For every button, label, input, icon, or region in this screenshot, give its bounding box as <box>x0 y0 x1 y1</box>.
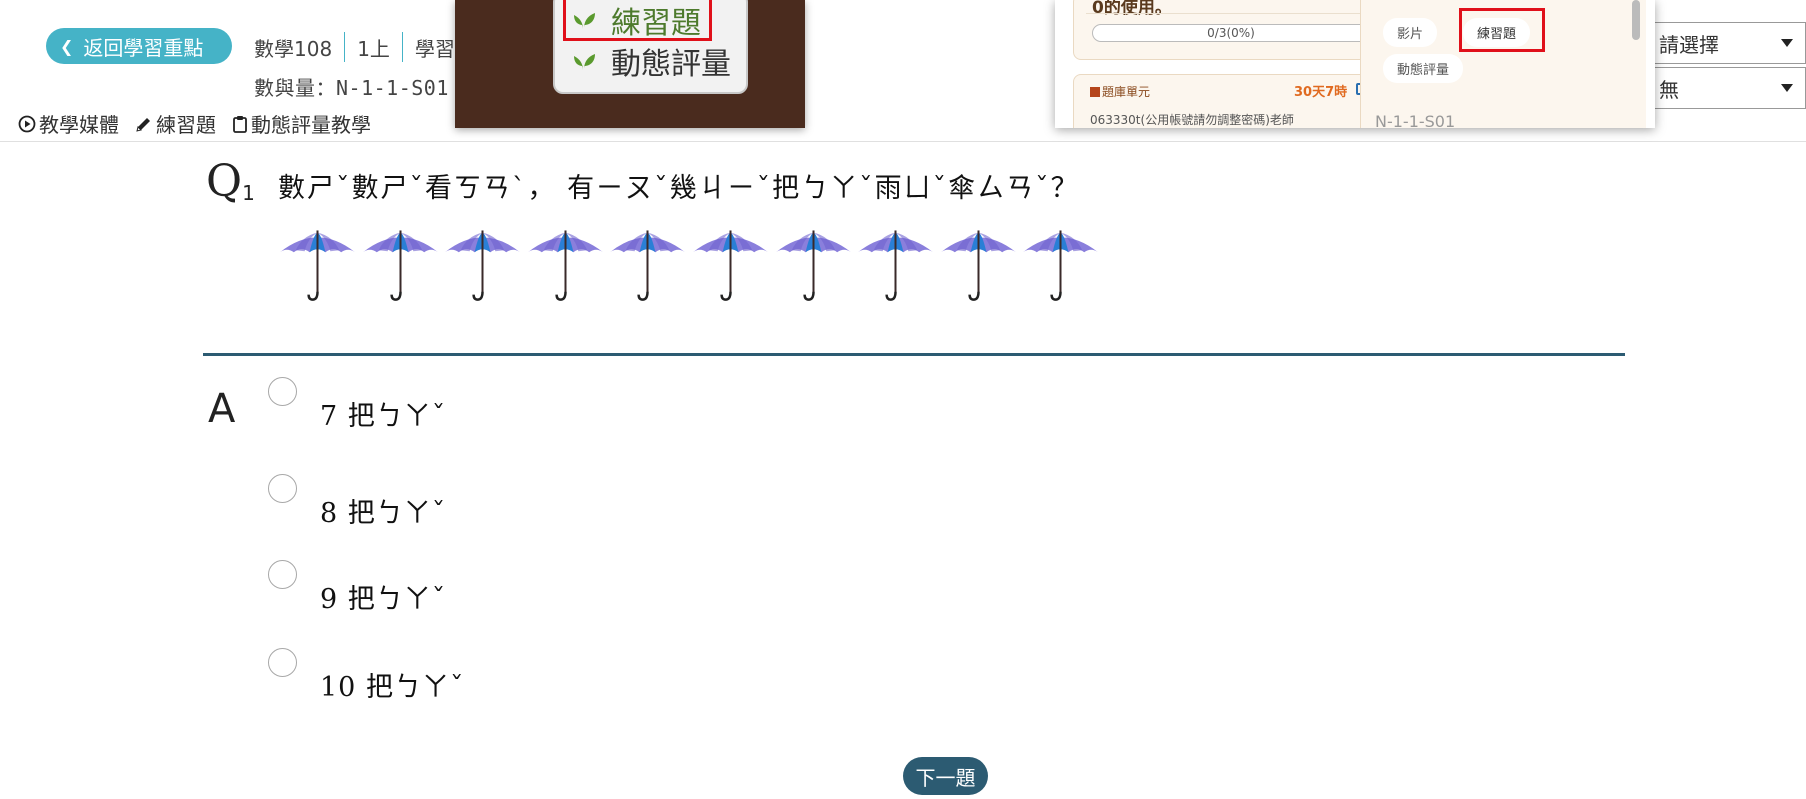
select-value: 無 <box>1659 77 1679 102</box>
umbrella-icon <box>445 230 521 301</box>
tag-video[interactable]: 影片 <box>1383 18 1438 47</box>
umbrella-icon <box>279 230 356 301</box>
popup-menu: 練習題 動態評量 <box>553 0 748 94</box>
option-label: 8 把ㄅㄚˇ <box>320 498 447 529</box>
umbrella-icon <box>858 230 934 301</box>
question-text: 數ㄕˇ數ㄕˇ看ㄎㄢˋ， 有ㄧㄡˇ幾ㄐㄧˇ把ㄅㄚˇ雨ㄩˇ傘ㄙㄢˇ？ <box>278 173 1080 204</box>
next-question-button[interactable]: 下一題 <box>903 757 988 795</box>
divider <box>1086 13 1400 14</box>
option-label: 7 把ㄅㄚˇ <box>320 401 447 432</box>
breadcrumb: 數學108 1上 學習 <box>254 30 455 64</box>
radio-button[interactable] <box>268 560 297 589</box>
umbrella-icon <box>775 230 851 301</box>
question-number: 1 <box>242 181 255 205</box>
scrollbar[interactable] <box>1632 0 1640 40</box>
dynamic-assessment-link[interactable]: 動態評量教學 <box>232 109 371 138</box>
question-answer-divider <box>203 353 1625 356</box>
sub-breadcrumb: 數與量：N-1-1-S01 <box>254 76 449 100</box>
breadcrumb-divider <box>344 32 346 62</box>
teaching-media-label: 教學媒體 <box>39 113 119 137</box>
unit-code: N-1-1-S01 <box>1375 112 1456 128</box>
breadcrumb-subject: 數學108 <box>254 36 333 61</box>
option-label: 9 把ㄅㄚˇ <box>320 584 447 615</box>
teaching-media-link[interactable]: 教學媒體 <box>18 109 119 138</box>
play-circle-icon <box>18 115 36 132</box>
highlight-box <box>1459 8 1545 52</box>
breadcrumb-grade: 1上 <box>357 36 390 61</box>
filter-select-primary[interactable]: 請選擇 <box>1652 22 1806 64</box>
breadcrumb-unit: 學習 <box>414 36 455 61</box>
radio-button[interactable] <box>268 377 297 406</box>
breadcrumb-divider <box>401 32 403 62</box>
dynamic-assessment-label: 動態評量教學 <box>251 113 371 137</box>
back-to-learning-button[interactable]: ❮ 返回學習重點 <box>46 28 232 64</box>
answer-option-4[interactable]: 10 把ㄅㄚˇ <box>268 648 464 704</box>
option-label: 10 把ㄅㄚˇ <box>320 672 465 703</box>
answer-option-1[interactable]: 7 把ㄅㄚˇ <box>268 377 446 433</box>
usage-title: 0的使用。 <box>1092 0 1172 18</box>
teacher-name: 063330t(公用帳號請勿調整密碼)老師 <box>1090 113 1294 127</box>
filter-select-secondary[interactable]: 無 <box>1652 67 1806 109</box>
resource-tags: 影片 練習題 動態評量 N-1-1-S01 <box>1360 0 1646 128</box>
unit-header: 題庫單元 <box>1090 83 1150 100</box>
answer-option-3[interactable]: 9 把ㄅㄚˇ <box>268 560 446 616</box>
unit-label: 題庫單元 <box>1102 85 1151 99</box>
course-popup: 0的使用。 0/3(0%) 題庫單元 30天7時 063330t(公用帳號請勿調… <box>1055 0 1655 128</box>
radio-button[interactable] <box>268 474 297 503</box>
tag-dynamic[interactable]: 動態評量 <box>1383 54 1464 83</box>
flag-icon <box>1090 86 1100 97</box>
exercise-label: 練習題 <box>156 113 216 137</box>
sprout-icon <box>574 54 595 70</box>
caret-down-icon <box>1781 84 1793 92</box>
question-label: Q1 <box>206 156 255 207</box>
answer-option-2[interactable]: 8 把ㄅㄚˇ <box>268 474 446 530</box>
highlight-box <box>563 0 712 41</box>
back-button-label: 返回學習重點 <box>83 35 204 60</box>
progress-bar: 0/3(0%) <box>1092 24 1370 42</box>
chevron-left-icon: ❮ <box>60 36 74 56</box>
clipboard-icon <box>233 115 247 133</box>
caret-down-icon <box>1781 39 1793 47</box>
pencil-icon <box>136 117 150 132</box>
exercise-link[interactable]: 練習題 <box>135 109 216 138</box>
time-left: 30天7時 <box>1294 85 1348 100</box>
question-letter: Q <box>206 156 243 207</box>
umbrella-icon <box>362 230 438 301</box>
menu-popup: 練習題 動態評量 <box>455 0 805 128</box>
answer-label: A <box>208 386 236 432</box>
umbrella-illustration <box>278 228 1100 306</box>
popup-item-dynamic[interactable]: 動態評量 <box>571 39 731 83</box>
radio-button[interactable] <box>268 648 297 677</box>
umbrella-icon <box>1023 230 1099 301</box>
umbrella-icon <box>527 230 603 301</box>
progress-text: 0/3(0%) <box>1207 26 1255 40</box>
umbrella-icon <box>692 230 768 301</box>
umbrella-icon <box>610 230 686 301</box>
popup-item-label: 動態評量 <box>611 47 731 82</box>
umbrella-icon <box>940 230 1016 301</box>
select-value: 請選擇 <box>1659 32 1719 57</box>
